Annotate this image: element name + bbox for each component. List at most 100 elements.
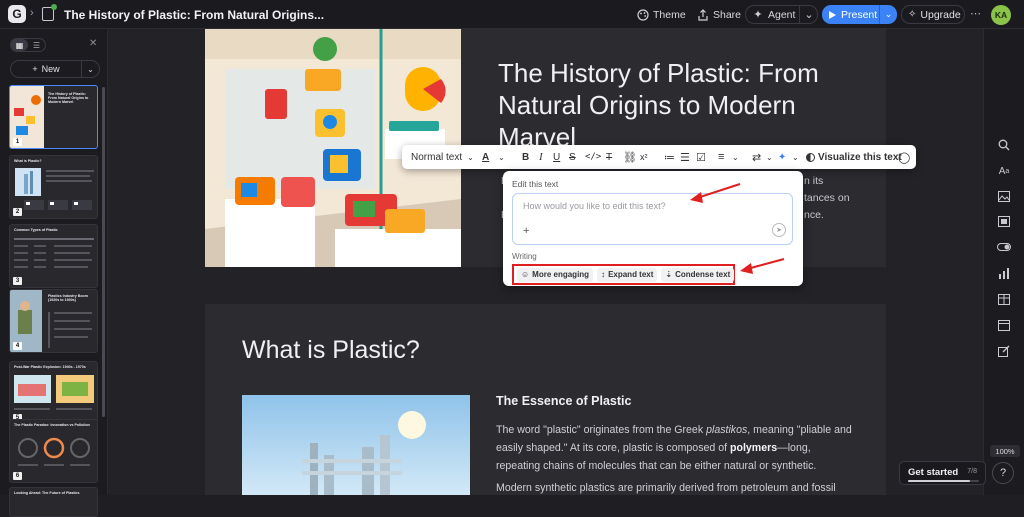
text-color-icon[interactable]: A	[482, 145, 489, 169]
chip-label: Condense text	[675, 270, 731, 279]
document-title[interactable]: The History of Plastic: From Natural Ori…	[64, 8, 324, 22]
upgrade-button[interactable]: ✧ Upgrade	[901, 5, 965, 24]
edit-instruction-input[interactable]: How would you like to edit this text? + …	[512, 193, 793, 245]
slide-thumbnail-4[interactable]: Plastics Industry Boom (1920s to 1930s) …	[9, 289, 98, 353]
slide-sidebar: ▦ ☰ ✕ + New ⌄ The History of Plastic: Fro…	[0, 29, 108, 517]
edit-card-icon[interactable]	[996, 344, 1012, 358]
paragraph-emphasis: plastikos	[706, 424, 748, 436]
transform-chevron-icon[interactable]: ⌄	[766, 145, 773, 169]
upgrade-sparkle-icon: ✧	[908, 9, 917, 20]
slide-thumbnail-2[interactable]: What is Plastic? 2	[9, 155, 98, 219]
media-icon[interactable]	[996, 214, 1012, 228]
thumbnail-title: Plastics Industry Boom (1920s to 1930s)	[48, 294, 88, 302]
ai-chevron-icon[interactable]: ⌄	[792, 145, 799, 169]
slide-thumbnail-1[interactable]: The History of Plastic: From Natural Ori…	[9, 85, 98, 149]
share-button[interactable]: Share	[697, 5, 741, 24]
strikethrough-icon[interactable]: S	[569, 145, 576, 169]
agent-button[interactable]: ✦ Agent	[752, 5, 795, 24]
embed-icon[interactable]	[996, 318, 1012, 332]
chevron-right-icon[interactable]: ›	[30, 7, 34, 19]
present-label: Present	[841, 8, 878, 21]
code-icon[interactable]: </>	[585, 145, 601, 169]
text-color-chevron-icon[interactable]: ⌄	[498, 145, 505, 169]
condense-text-chip[interactable]: ⇣ Condense text	[661, 267, 735, 282]
bullet-list-icon[interactable]: ☰	[680, 145, 690, 169]
toggle-icon[interactable]	[996, 240, 1012, 254]
bold-icon[interactable]: B	[522, 145, 529, 169]
search-icon[interactable]	[996, 138, 1012, 152]
top-bar: G › The History of Plastic: From Natural…	[0, 0, 1024, 29]
numbered-list-icon[interactable]: ≔	[664, 145, 675, 169]
plus-icon: +	[32, 64, 38, 74]
present-button[interactable]: Present ⌄	[822, 5, 897, 24]
help-button[interactable]: ?	[992, 462, 1014, 484]
align-chevron-icon[interactable]: ⌄	[732, 145, 739, 169]
add-attachment-icon[interactable]: +	[523, 225, 529, 237]
sidebar-scrollbar[interactable]	[102, 87, 105, 417]
get-started-progress-fill	[908, 480, 971, 482]
app-logo-icon[interactable]: G	[8, 5, 26, 23]
ai-edit-popup: Edit this text How would you like to edi…	[503, 171, 803, 286]
more-options-icon[interactable]: ⋯	[970, 7, 981, 20]
superscript-icon[interactable]: x²	[640, 145, 648, 169]
share-label: Share	[713, 8, 742, 21]
text-format-toolbar: Normal text ⌄ A ⌄ B I U S </> T ⛓ x² ≔ ☰ …	[402, 145, 916, 169]
visualize-text-button[interactable]: Visualize this text	[806, 145, 902, 169]
thumbnail-number: 6	[13, 472, 22, 480]
paragraph-synthetic[interactable]: Modern synthetic plastics are primarily …	[496, 482, 856, 494]
transform-icon[interactable]: ⇄	[752, 145, 761, 169]
new-dropdown-icon[interactable]: ⌄	[81, 61, 99, 77]
paragraph-essence[interactable]: The word "plastic" originates from the G…	[496, 421, 856, 475]
engaging-icon: ☺	[521, 270, 530, 279]
pages-icon[interactable]	[42, 4, 57, 21]
slide-thumbnail-6[interactable]: The Plastic Paradox: Innovation vs Pollu…	[9, 419, 98, 483]
chip-label: More engaging	[532, 270, 590, 279]
send-icon[interactable]: ➤	[772, 223, 786, 237]
present-dropdown-icon[interactable]: ⌄	[879, 5, 897, 24]
get-started-widget[interactable]: Get started 7/8	[899, 461, 986, 485]
comment-icon[interactable]: ◯	[898, 145, 910, 169]
thumbnail-title: The History of Plastic: From Natural Ori…	[48, 92, 89, 104]
thumbnail-image	[14, 375, 94, 410]
table-icon[interactable]	[996, 292, 1012, 306]
underline-icon[interactable]: U	[553, 145, 560, 169]
link-icon[interactable]: ⛓	[623, 145, 637, 169]
text-style-dropdown[interactable]: Normal text ⌄	[411, 145, 474, 169]
italic-icon[interactable]: I	[539, 145, 543, 169]
slide-thumbnail-3[interactable]: Common Types of Plastic 3	[9, 224, 98, 288]
slide-title[interactable]: The History of Plastic: From Natural Ori…	[498, 57, 858, 153]
slide-2-heading[interactable]: What is Plastic?	[242, 336, 420, 365]
slide-thumbnail-5[interactable]: Post-War Plastic Explosion: 1940s - 1970…	[9, 361, 98, 425]
avatar[interactable]: KA	[991, 5, 1011, 25]
get-started-progress	[908, 480, 979, 482]
right-tool-rail: Aa 100% ?	[983, 29, 1024, 495]
agent-dropdown-icon[interactable]: ⌄	[803, 5, 815, 24]
theme-button[interactable]: Theme	[637, 5, 686, 24]
text-style-icon[interactable]: Aa	[996, 164, 1012, 178]
ai-sparkle-icon[interactable]: ✦	[778, 145, 786, 169]
text-style-glyph: A	[998, 165, 1006, 177]
expand-text-chip[interactable]: ↕ Expand text	[597, 267, 658, 282]
new-slide-button[interactable]: + New ⌄	[10, 60, 100, 78]
view-toggle[interactable]: ▦ ☰	[10, 38, 46, 52]
image-icon[interactable]	[996, 189, 1012, 203]
play-icon	[829, 10, 836, 19]
more-engaging-chip[interactable]: ☺ More engaging	[517, 267, 594, 282]
paragraph-text: The word "plastic" originates from the G…	[496, 424, 707, 436]
chart-icon[interactable]	[996, 266, 1012, 280]
grid-view-icon[interactable]: ▦	[11, 39, 28, 51]
share-icon	[697, 8, 709, 21]
section-subheading[interactable]: The Essence of Plastic	[496, 394, 631, 408]
align-icon[interactable]: ≡	[718, 145, 724, 169]
edit-input-placeholder: How would you like to edit this text?	[523, 201, 666, 211]
zoom-level[interactable]: 100%	[990, 445, 1020, 457]
subtitle-peek-right-1: n its	[804, 175, 824, 187]
slide-thumbnail-7[interactable]: Looking Ahead: The Future of Plastics	[9, 487, 98, 517]
clear-format-icon[interactable]: T	[606, 145, 612, 169]
checklist-icon[interactable]: ☑	[696, 145, 706, 169]
list-view-icon[interactable]: ☰	[28, 39, 45, 51]
close-sidebar-icon[interactable]: ✕	[89, 38, 97, 49]
condense-icon: ⇣	[665, 270, 673, 279]
subtitle-peek-right-2: tances on	[804, 192, 850, 204]
palette-icon	[637, 8, 649, 21]
